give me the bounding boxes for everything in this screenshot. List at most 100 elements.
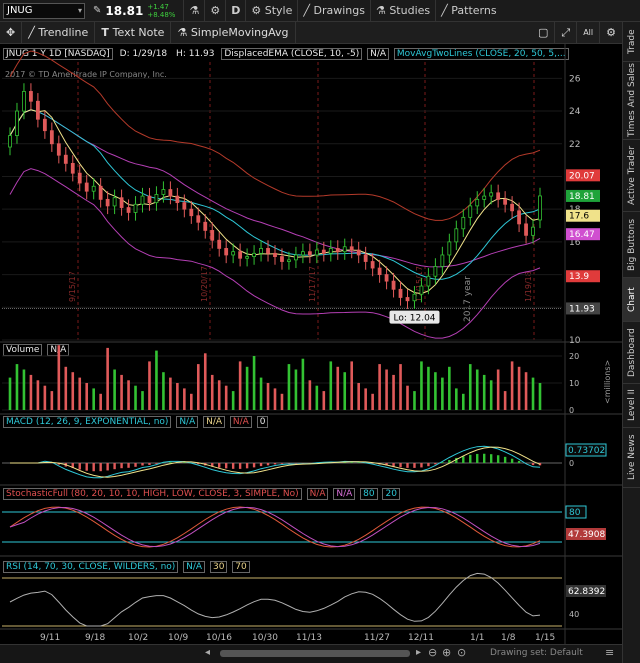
volume-bar [127,380,130,410]
volume-bar [141,391,144,410]
scrollbar[interactable] [220,650,410,657]
volume-bar [273,388,277,410]
rsi-value-label: 62.8392 [568,587,605,597]
x-axis-label: 10/30 [252,633,278,643]
side-tab-trade[interactable]: Trade [623,22,640,62]
timeframe-button[interactable]: D [225,0,245,22]
candle-body [29,91,33,102]
price-badge-label: 16.47 [569,230,595,240]
gear-icon[interactable]: ⚙ [204,0,225,22]
fit-icon[interactable]: ⊙ [457,646,466,659]
side-tab-big-buttons[interactable]: Big Buttons [623,212,640,278]
studies-icon: ⚗ [375,3,390,17]
macd-histogram-bar [287,463,291,464]
volume-bar [461,393,465,410]
candle-body [342,246,347,253]
bollinger-upper-line [9,50,541,221]
volume-bar [134,385,137,410]
candle-body [538,195,542,221]
macd-histogram-bar [399,463,402,468]
trendline-icon: ╱ [28,25,39,39]
candle-body [287,259,291,262]
candle-body [321,249,326,254]
studies-label: Studies [389,3,431,17]
volume-bar [162,372,165,410]
volume-bar [231,391,235,410]
volume-bar [434,372,437,410]
side-tab-dashboard[interactable]: Dashboard [623,322,640,384]
volume-bar [364,388,367,410]
flask-icon[interactable]: ⚗ [183,0,204,22]
macd-histogram-bar [218,463,221,468]
zoom-in-icon[interactable]: ⊕ [442,646,451,659]
macd-histogram-bar [469,454,472,463]
settings-gear-icon[interactable]: ⚙ [600,22,622,44]
side-tab-level-ii[interactable]: Level II [623,384,640,428]
candle-body [42,118,47,132]
side-tab-times-and-sales[interactable]: Times And Sales [623,62,640,140]
trendline-button[interactable]: ╱ Trendline [22,21,96,44]
side-tab-chart[interactable]: Chart [623,278,640,322]
side-tab-active-trader[interactable]: Active Trader [623,140,640,212]
menu-icon[interactable]: ≡ [605,646,614,659]
volume-bar [441,377,444,410]
macd-histogram-bar [92,463,95,472]
macd-histogram-bar [503,456,507,463]
sma-button[interactable]: ⚗ SimpleMovingAvg [171,21,296,44]
style-button[interactable]: ⚙ Style [245,0,297,22]
macd-histogram-bar [231,463,235,469]
macd-histogram-bar [413,463,416,468]
side-tab-live-news[interactable]: Live News [623,428,640,488]
candle-body [126,207,131,213]
volume-bar [245,366,249,410]
zoom-out-icon[interactable]: ⊖ [428,646,437,659]
scroll-right-icon[interactable]: ▸ [416,647,421,658]
volume-bar [308,380,312,410]
square-icon[interactable]: ▢ [532,21,556,44]
volume-bar [85,383,89,410]
macd-histogram-bar [483,453,486,463]
candle-body [196,215,201,223]
volume-bar [169,377,172,410]
chevron-down-icon[interactable]: ▾ [78,4,82,18]
style-icon: ⚙ [251,3,265,17]
candle-body [84,182,89,192]
volume-bar [524,372,528,410]
chart-canvas[interactable]: 9/15/17 10/20/17 11/17/17 12/15/17 1/19/1820… [0,44,622,644]
candle-body [412,293,417,302]
macd-histogram-bar [85,463,88,471]
symbol-input[interactable]: JNUG ▾ [3,2,85,19]
macd-histogram-bar [427,463,430,467]
macd-histogram-bar [252,463,256,468]
macd-tick-label: 0 [569,459,574,468]
scroll-left-icon[interactable]: ◂ [205,647,210,658]
drawings-icon: ╱ [303,3,314,17]
price-change: +1.47 +8.48% [147,3,175,19]
macd-histogram-bar [266,463,270,466]
volume-bar [489,380,493,410]
cursor-icon[interactable]: ✥ [0,21,23,44]
candle-body [300,251,305,256]
volume-bar [29,374,33,410]
all-button[interactable]: All [577,21,601,44]
drawings-button[interactable]: ╱ Drawings [297,0,370,22]
patterns-button[interactable]: ╱ Patterns [435,0,501,22]
macd-histogram-bar [245,463,249,469]
volume-bar [36,380,40,410]
link-icon[interactable]: ✎ [93,5,101,16]
macd-histogram-bar [476,453,479,463]
stoch-k-line [9,506,541,548]
studies-button[interactable]: ⚗ Studies [369,0,435,22]
candle-body [140,195,145,205]
textnote-button[interactable]: T Text Note [95,21,172,44]
candle-body [314,249,319,256]
candle-body [168,189,173,197]
candle-body [182,202,187,210]
candle-body [161,189,166,195]
candle-body [503,198,508,205]
x-axis-label: 12/11 [408,633,434,643]
candle-body [426,275,431,287]
candle-body [405,297,410,302]
expand-icon[interactable]: ⤢ [555,21,578,44]
candle-body [454,228,459,243]
